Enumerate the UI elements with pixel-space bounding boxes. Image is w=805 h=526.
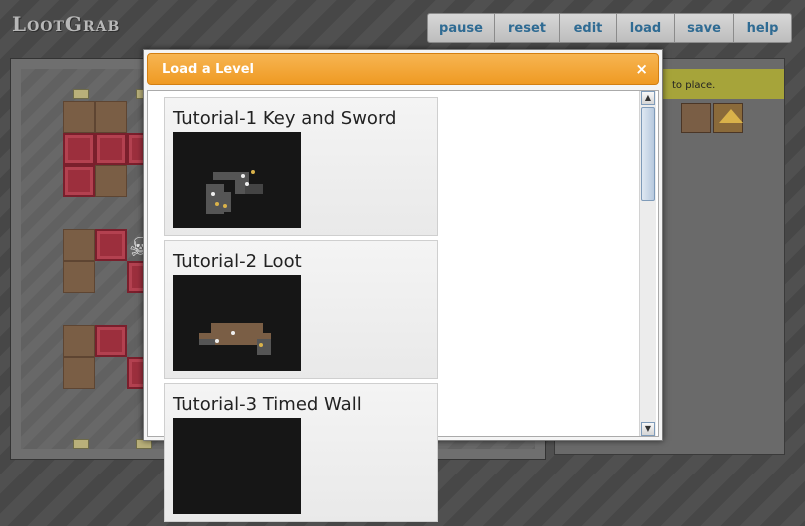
dirt-tile [95,165,127,197]
dirt-tile [63,357,95,389]
brick-tile [95,325,127,357]
help-button[interactable]: help [734,13,792,43]
dirt-tile [63,229,95,261]
level-thumbnail[interactable] [173,132,301,228]
edit-button[interactable]: edit [560,13,617,43]
gold-pile-icon[interactable] [719,109,743,123]
brick-tile [63,165,95,197]
dialog-body: Tutorial-1 Key and Sword Tutorial-2 Loot… [147,90,659,522]
brick-tile [63,133,95,165]
load-button[interactable]: load [617,13,675,43]
level-name: Tutorial-2 Loot [173,251,302,272]
app-logo: LootGrab [12,12,121,36]
dialog-title: Load a Level [162,62,254,77]
level-card[interactable]: Tutorial-1 Key and Sword [164,97,438,236]
level-card[interactable]: Tutorial-3 Timed Wall [164,383,438,522]
dirt-tile [63,261,95,293]
pause-button[interactable]: pause [427,13,495,43]
dirt-tile [63,325,95,357]
dirt-tile [95,101,127,133]
scroll-thumb[interactable] [641,107,655,201]
toolbar: pause reset edit load save help [427,13,792,43]
dialog-titlebar[interactable]: Load a Level × [147,53,659,85]
floor-stud [73,439,89,449]
brick-tile [95,133,127,165]
reset-button[interactable]: reset [495,13,560,43]
floor-stud [73,89,89,99]
level-name: Tutorial-3 Timed Wall [173,394,362,415]
level-name: Tutorial-1 Key and Sword [173,108,397,129]
level-thumbnail[interactable] [173,418,301,514]
chest-icon[interactable] [681,103,711,133]
scroll-down-icon[interactable]: ▼ [641,422,655,436]
level-thumbnail[interactable] [173,275,301,371]
brick-tile [95,229,127,261]
level-card[interactable]: Tutorial-2 Loot [164,240,438,379]
close-icon[interactable]: × [635,60,648,78]
load-level-dialog: Load a Level × Tutorial-1 Key and Sword [143,49,663,522]
dirt-tile [63,101,95,133]
scroll-up-icon[interactable]: ▲ [641,91,655,105]
save-button[interactable]: save [675,13,734,43]
level-list-scrollbar[interactable]: ▲ ▼ [639,91,656,436]
level-list: Tutorial-1 Key and Sword Tutorial-2 Loot… [164,97,438,526]
